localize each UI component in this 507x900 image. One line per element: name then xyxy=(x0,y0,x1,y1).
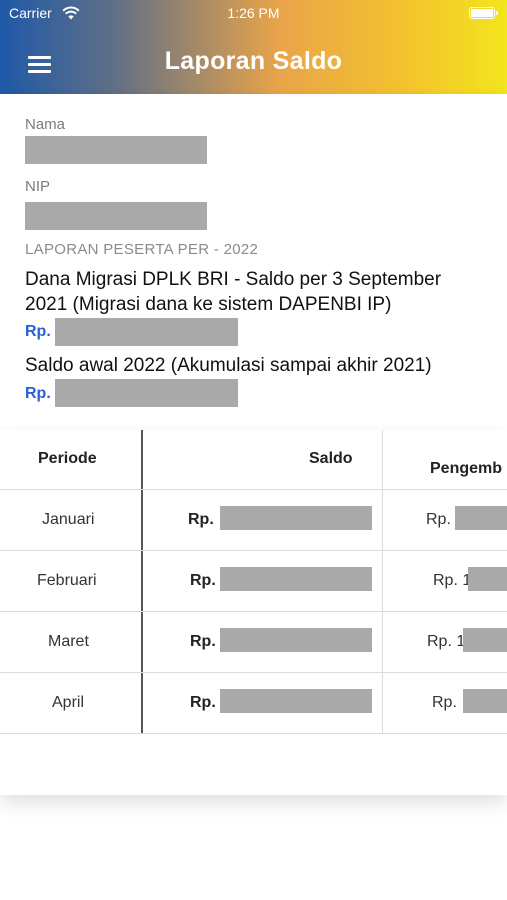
opening-rp-label: Rp. xyxy=(25,385,51,402)
nama-label: Nama xyxy=(25,116,66,133)
row-saldo-rp: Rp. xyxy=(188,511,214,528)
row-saldo-rp: Rp. xyxy=(190,572,216,589)
migration-amount-redacted xyxy=(55,318,238,346)
nip-value-redacted xyxy=(25,202,207,230)
status-time: 1:26 PM xyxy=(227,5,280,21)
status-bar: Carrier 1:26 PM xyxy=(0,5,507,25)
migration-description: Dana Migrasi DPLK BRI - Saldo per 3 Sept… xyxy=(25,269,442,315)
row-third-rp: Rp. 1 xyxy=(433,572,472,589)
row-divider xyxy=(0,733,507,734)
row-saldo-redacted xyxy=(220,506,372,530)
row-third-rp: Rp. 1 xyxy=(427,633,466,650)
migration-rp-label: Rp. xyxy=(25,323,51,340)
row-periode: Februari xyxy=(37,572,97,589)
row-third-redacted xyxy=(468,567,507,591)
row-divider xyxy=(0,672,507,673)
row-third-rp: Rp. xyxy=(426,511,451,528)
header-saldo: Saldo xyxy=(309,450,353,467)
row-saldo-redacted xyxy=(220,567,372,591)
row-saldo-redacted xyxy=(220,628,372,652)
column-divider xyxy=(141,430,143,733)
page-title: Laporan Saldo xyxy=(164,47,343,75)
row-periode: April xyxy=(52,694,85,711)
row-divider xyxy=(0,550,507,551)
battery-icon xyxy=(469,7,498,19)
row-divider xyxy=(0,489,507,490)
report-heading: LAPORAN PESERTA PER - 2022 xyxy=(25,241,259,258)
nama-value-redacted xyxy=(25,136,207,164)
row-saldo-redacted xyxy=(220,689,372,713)
column-divider xyxy=(382,430,383,733)
participant-info-card: Nama NIP LAPORAN PESERTA PER - 2022 Dana… xyxy=(0,94,507,430)
header-pengembangan: Pengemb xyxy=(430,460,503,477)
row-divider xyxy=(0,611,507,612)
nip-label: NIP xyxy=(25,178,51,195)
row-third-redacted xyxy=(463,689,507,713)
opening-amount-redacted xyxy=(55,379,238,407)
balance-table[interactable]: Periode Saldo Pengemb Januari Rp. Rp. Fe… xyxy=(0,430,507,795)
opening-balance-description: Saldo awal 2022 (Akumulasi sampai akhir … xyxy=(25,355,432,376)
row-third-redacted xyxy=(463,628,507,652)
row-saldo-rp: Rp. xyxy=(190,694,216,711)
app-header: Carrier 1:26 PM Laporan Saldo xyxy=(0,0,507,94)
row-third-redacted xyxy=(455,506,507,530)
header-periode: Periode xyxy=(38,450,97,467)
row-periode: Januari xyxy=(42,511,95,528)
row-periode: Maret xyxy=(48,633,89,650)
row-saldo-rp: Rp. xyxy=(190,633,216,650)
row-third-rp: Rp. xyxy=(432,694,457,711)
